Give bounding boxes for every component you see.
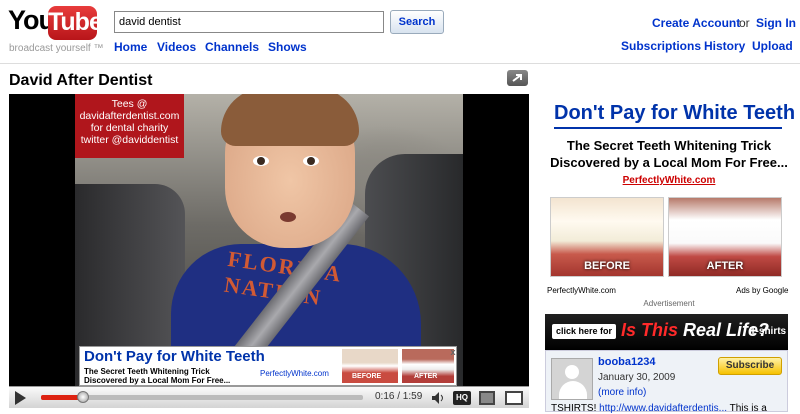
advertisement-label: Advertisement xyxy=(643,299,695,308)
before-label: BEFORE xyxy=(584,260,630,272)
player-controls: 0:16 / 1:59 HQ xyxy=(9,386,529,408)
video-player[interactable]: FLORIDA NATION Tees @ davidafterdentist.… xyxy=(9,94,529,386)
logo-slogan: broadcast yourself ™ xyxy=(9,43,104,54)
nav-shows[interactable]: Shows xyxy=(268,40,307,54)
subscriptions-link[interactable]: Subscriptions xyxy=(621,39,701,53)
before-teeth-image[interactable]: BEFORE xyxy=(550,197,664,277)
avatar[interactable] xyxy=(551,358,593,400)
nav-channels[interactable]: Channels xyxy=(205,40,259,54)
in-video-ad[interactable]: Don't Pay for White Teeth The Secret Tee… xyxy=(79,346,457,386)
logo-tube-text: Tube xyxy=(48,6,103,40)
search-button[interactable]: Search xyxy=(390,10,444,34)
more-info-link[interactable]: (more info) xyxy=(598,387,646,398)
upload-link[interactable]: Upload xyxy=(752,39,793,53)
search-input[interactable] xyxy=(114,11,384,33)
sidebar-ad-subtitle: The Secret Teeth Whitening Trick Discove… xyxy=(545,137,793,171)
banner-click-button[interactable]: click here for xyxy=(552,324,616,339)
overlay-line: davidafterdentist.com xyxy=(79,110,180,122)
mouth xyxy=(280,212,296,222)
time-display: 0:16 / 1:59 xyxy=(375,391,423,402)
nav-videos[interactable]: Videos xyxy=(157,40,196,54)
banner-headline-red: Is This xyxy=(621,320,679,340)
play-icon[interactable] xyxy=(15,391,26,405)
in-video-ad-subline: Discovered by a Local Mom For Free... xyxy=(84,376,231,385)
right-eye xyxy=(303,156,319,166)
sidebar-ad-url[interactable]: PerfectlyWhite.com xyxy=(545,175,793,186)
in-video-ad-url[interactable]: PerfectlyWhite.com xyxy=(260,369,329,378)
avatar-head-shape xyxy=(565,365,579,379)
after-label: AFTER xyxy=(706,260,744,272)
header-divider xyxy=(0,63,800,64)
sidebar-ad-small-url[interactable]: PerfectlyWhite.com xyxy=(547,286,616,295)
tshirt-banner-ad[interactable]: click here for Is This Real Life? T-shir… xyxy=(545,314,788,350)
description-suffix: This is a xyxy=(727,403,767,414)
uploader-name[interactable]: booba1234 xyxy=(598,356,655,368)
seek-handle[interactable] xyxy=(76,391,89,403)
youtube-logo[interactable]: You Tube broadcast yourself ™ xyxy=(8,5,104,55)
overlay-line: twitter @daviddentist xyxy=(80,134,179,146)
banner-suffix: T-shirts xyxy=(750,326,787,337)
in-video-ad-headline: Don't Pay for White Teeth xyxy=(84,348,265,365)
overlay-line: for dental charity xyxy=(90,122,169,134)
seek-bar[interactable] xyxy=(41,391,363,403)
close-icon[interactable]: x xyxy=(448,347,458,357)
description-prefix: TSHIRTS! xyxy=(551,403,600,414)
ads-by-google-link[interactable]: Ads by Google xyxy=(736,286,788,295)
banner-headline: Is This Real Life? xyxy=(621,320,769,341)
history-link[interactable]: History xyxy=(704,39,745,53)
channel-info: booba1234 January 30, 2009 (more info) S… xyxy=(545,350,788,414)
or-text: or xyxy=(739,16,750,30)
hq-button[interactable]: HQ xyxy=(453,391,471,405)
sidebar-ad-title[interactable]: Don't Pay for White Teeth xyxy=(554,102,795,125)
popout-icon[interactable] xyxy=(479,391,495,405)
description-link[interactable]: http://www.davidafterdentis... xyxy=(599,403,727,414)
subscribe-button[interactable]: Subscribe xyxy=(718,357,782,375)
overlay-line: Tees @ xyxy=(111,98,148,110)
video-title: David After Dentist xyxy=(9,72,153,89)
in-video-ad-subline: The Secret Teeth Whitening Trick xyxy=(84,367,210,376)
expand-icon[interactable] xyxy=(507,70,528,86)
in-video-ad-subtext: The Secret Teeth Whitening Trick Discove… xyxy=(84,367,230,385)
sign-in-link[interactable]: Sign In xyxy=(756,16,796,30)
fullscreen-icon[interactable] xyxy=(505,391,523,405)
volume-icon[interactable] xyxy=(431,391,445,405)
left-eye xyxy=(253,156,269,166)
in-video-ad-after-label: AFTER xyxy=(414,373,438,380)
tees-overlay[interactable]: Tees @ davidafterdentist.com for dental … xyxy=(75,94,184,158)
in-video-ad-before-label: BEFORE xyxy=(352,373,382,380)
boy-hair xyxy=(221,94,359,146)
sidebar-ad-title-underline xyxy=(554,127,782,129)
upload-date: January 30, 2009 xyxy=(598,372,676,383)
video-description: TSHIRTS! http://www.davidafterdentis... … xyxy=(551,403,767,414)
avatar-body-shape xyxy=(559,381,587,399)
after-teeth-image[interactable]: AFTER xyxy=(668,197,782,277)
create-account-link[interactable]: Create Account xyxy=(652,16,740,30)
nav-home[interactable]: Home xyxy=(114,40,147,54)
sidebar-ad-subtitle-line: Discovered by a Local Mom For Free... xyxy=(550,155,788,170)
sidebar-ad-subtitle-line: The Secret Teeth Whitening Trick xyxy=(566,138,772,153)
